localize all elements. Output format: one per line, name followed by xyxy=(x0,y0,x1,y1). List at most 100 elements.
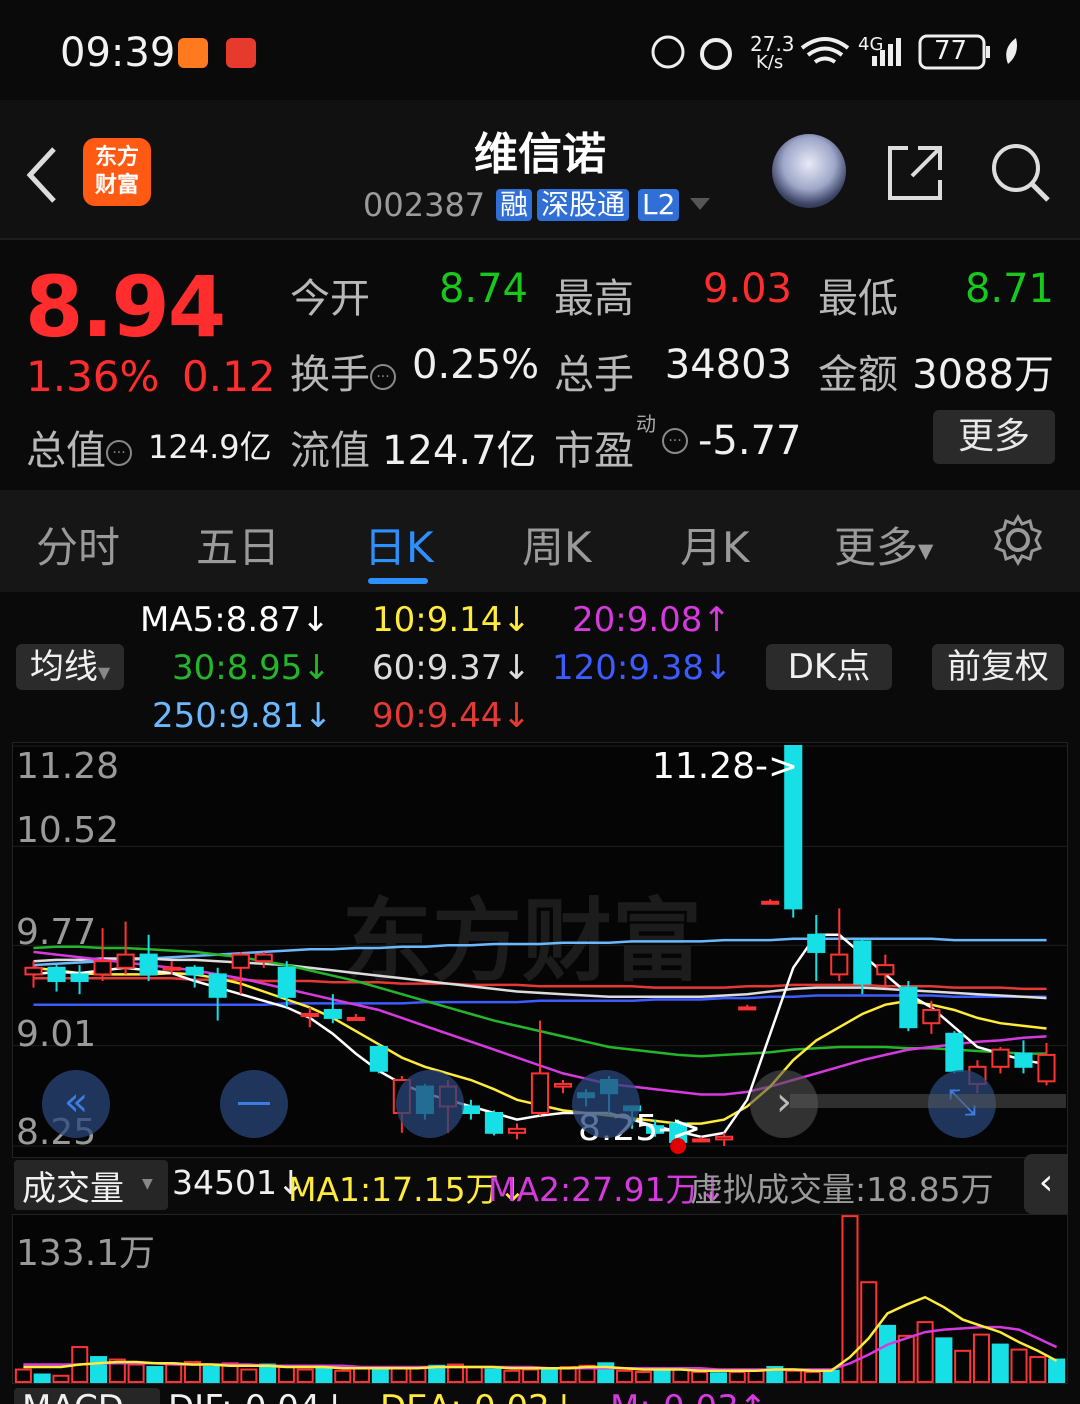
volume-bar xyxy=(616,1369,634,1384)
volume-label: 总手 xyxy=(554,352,634,398)
candle-body xyxy=(323,1009,342,1019)
tab-daily-k[interactable]: 日K xyxy=(364,514,434,575)
divider xyxy=(0,238,1080,240)
stock-name: 维信诺 xyxy=(474,129,606,180)
volume-bar xyxy=(728,1371,746,1383)
ma10-value: 10:9.14↓ xyxy=(372,600,531,640)
adjust-button[interactable]: 前复权 xyxy=(932,644,1064,690)
volume-value: 34501↓ xyxy=(172,1163,305,1202)
turnover-value: 0.25% xyxy=(412,342,540,388)
volume-bar xyxy=(315,1367,333,1383)
volume-bar xyxy=(785,1369,803,1384)
ma20-value: 20:9.08↑ xyxy=(572,600,731,640)
tab-more[interactable]: 更多▼ xyxy=(834,514,933,575)
scroll-left-button[interactable]: « xyxy=(42,1070,110,1138)
volume-bar xyxy=(822,1369,840,1384)
tab-five-day[interactable]: 五日 xyxy=(196,514,280,575)
ma120-value: 120:9.38↓ xyxy=(552,648,733,688)
volume-bar xyxy=(202,1366,220,1384)
candle-body xyxy=(853,940,872,985)
volume-bar xyxy=(390,1367,408,1383)
caret-down-icon: ▼ xyxy=(142,1176,153,1192)
candle-body xyxy=(530,1072,550,1114)
candle-body xyxy=(277,966,296,998)
volume-bar xyxy=(14,1368,32,1383)
candle-body xyxy=(507,1127,527,1134)
info-icon[interactable]: ··· xyxy=(370,364,396,390)
volume-bar xyxy=(127,1363,145,1383)
app-logo[interactable]: 东方 财富 xyxy=(83,138,151,206)
zoom-in-button[interactable] xyxy=(396,1070,464,1138)
chart-scrollbar[interactable] xyxy=(790,1094,1066,1108)
stock-dropdown-icon[interactable] xyxy=(690,198,710,210)
tab-weekly-k[interactable]: 周K xyxy=(522,514,592,575)
change-value: 0.12 xyxy=(182,352,276,401)
volume-bar xyxy=(52,1374,70,1383)
candle-body xyxy=(738,1006,757,1011)
candle-body xyxy=(807,933,826,953)
volume-bar xyxy=(747,1369,765,1384)
cell-signal-icon xyxy=(872,56,877,66)
volume-bar xyxy=(165,1363,183,1383)
assistant-avatar[interactable] xyxy=(772,134,846,208)
minus-icon xyxy=(238,1102,270,1105)
candle-body xyxy=(162,966,181,971)
ma-selector-label: 均线 xyxy=(29,647,98,687)
tab-monthly-k[interactable]: 月K xyxy=(680,514,750,575)
more-quote-button[interactable]: 更多 xyxy=(933,410,1055,464)
zoom-out-button[interactable] xyxy=(220,1070,288,1138)
pe-superscript: 动 xyxy=(636,412,656,436)
ma5-value: MA5:8.87↓ xyxy=(140,600,330,640)
candle-body xyxy=(185,966,204,976)
amount-value: 3088万 xyxy=(912,352,1054,398)
volume-y-top: 133.1万 xyxy=(16,1233,156,1274)
virtual-volume: 虚拟成交量:18.85万 xyxy=(690,1170,994,1209)
volume-bar xyxy=(90,1356,108,1384)
share-icon[interactable] xyxy=(884,140,948,204)
volume-bar xyxy=(296,1368,314,1383)
y-axis-4: 9.01 xyxy=(16,1014,97,1055)
candle-body xyxy=(231,953,250,969)
stock-code: 002387 xyxy=(363,186,486,224)
dk-point-button[interactable]: DK点 xyxy=(766,644,892,690)
settings-icon[interactable] xyxy=(992,514,1044,566)
collapse-panel-button[interactable]: ‹ xyxy=(1024,1154,1068,1214)
macd-header: MACD DIF:-0.04↓ DEA:-0.02↓ M:-0.03↑ xyxy=(0,1386,1080,1404)
volume-bar xyxy=(540,1367,558,1383)
y-axis-2: 10.52 xyxy=(16,810,120,851)
volume-bar xyxy=(465,1366,483,1384)
open-value: 8.74 xyxy=(438,266,528,312)
caret-down-icon: ▼ xyxy=(97,663,111,682)
candle-body xyxy=(93,960,112,976)
candle-body xyxy=(47,966,66,982)
search-icon[interactable] xyxy=(988,140,1052,204)
info-icon[interactable]: ··· xyxy=(106,440,132,466)
float-label: 流值 xyxy=(290,428,370,474)
ma-selector[interactable]: 均线▼ xyxy=(16,644,124,690)
pe-label: 市盈 xyxy=(554,428,634,474)
tab-intraday[interactable]: 分时 xyxy=(36,514,120,575)
notification-app-icon xyxy=(178,38,208,68)
volume-chart[interactable] xyxy=(12,1214,1068,1384)
candle-body xyxy=(715,1135,734,1141)
volume-bar xyxy=(522,1368,540,1383)
volume-bar xyxy=(935,1337,953,1383)
y-axis-top: 11.28 xyxy=(16,746,120,787)
open-label: 今开 xyxy=(290,276,370,322)
net-type: 4G xyxy=(858,34,884,55)
prev-button[interactable] xyxy=(572,1070,640,1138)
mktcap-label: 总值 ··· xyxy=(26,418,132,476)
status-icons xyxy=(651,34,1017,70)
tab-more-label: 更多 xyxy=(834,523,919,572)
candle-body xyxy=(553,1082,573,1088)
candle-body xyxy=(761,900,780,905)
volume-bar xyxy=(503,1369,521,1384)
turnover-label-text: 换手 xyxy=(290,352,370,398)
candle-body xyxy=(346,1016,365,1021)
back-icon[interactable] xyxy=(22,145,62,205)
y-axis-3: 9.77 xyxy=(16,912,97,953)
info-icon[interactable]: ··· xyxy=(662,428,688,454)
ma30-value: 30:8.95↓ xyxy=(172,648,331,688)
mktcap-value: 124.9亿 xyxy=(148,428,272,466)
candle-body xyxy=(300,1012,319,1017)
